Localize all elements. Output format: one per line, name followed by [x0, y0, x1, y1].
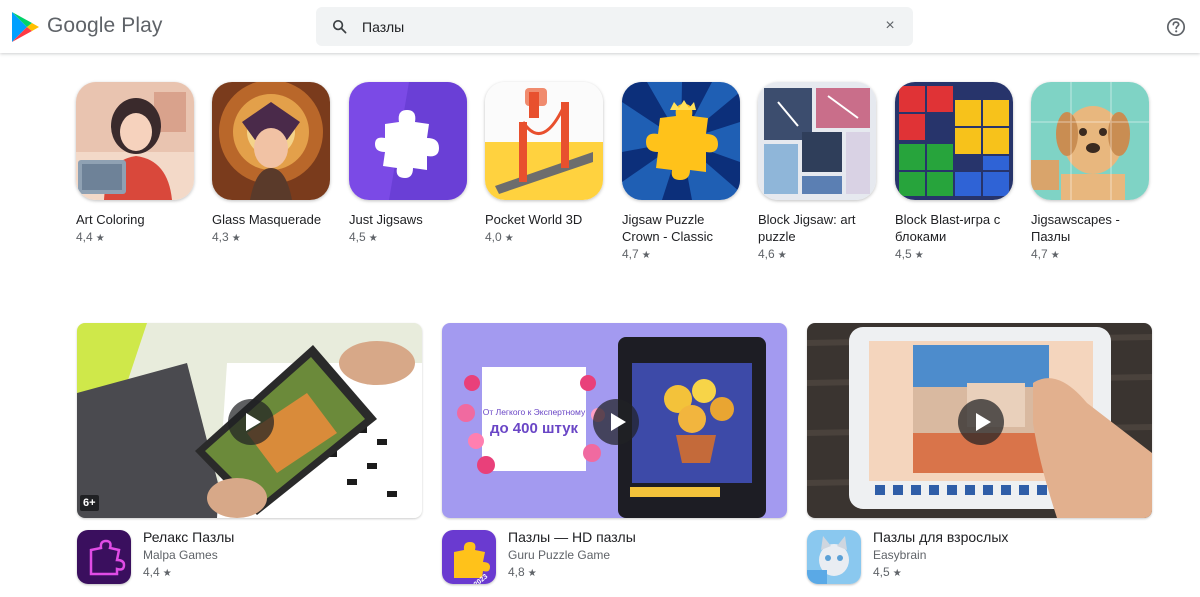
developer-name[interactable]: Easybrain	[873, 548, 926, 562]
app-rating: 4,7 ★	[622, 247, 651, 261]
app-icon[interactable]	[485, 82, 603, 200]
app-icon[interactable]: 2023	[442, 530, 496, 584]
app-card[interactable]: Pocket World 3D 4,0 ★	[485, 82, 607, 247]
star-icon: ★	[95, 233, 105, 244]
brand-name[interactable]: Google Play	[47, 14, 163, 38]
play-logo-icon[interactable]	[10, 11, 40, 43]
banner-subtitle: От Легкого к Экспертному	[483, 407, 586, 417]
app-icon[interactable]	[76, 82, 194, 200]
app-rating: 4,7 ★	[1031, 247, 1060, 261]
app-title[interactable]: Jigsaw Puzzle Crown - Classic	[622, 211, 744, 245]
video-app-card[interactable]: От Легкого к Экспертному до 400 штук 202…	[442, 323, 787, 584]
play-icon[interactable]	[593, 399, 639, 445]
star-icon: ★	[914, 250, 924, 261]
app-icon[interactable]	[895, 82, 1013, 200]
app-card[interactable]: Jigsaw Puzzle Crown - Classic 4,7 ★	[622, 82, 744, 264]
app-title[interactable]: Jigsawscapes - Пазлы	[1031, 211, 1153, 245]
banner-title: до 400 штук	[490, 420, 579, 437]
search-input[interactable]	[360, 16, 864, 38]
app-card[interactable]: Block Blast-игра с блоками 4,5 ★	[895, 82, 1017, 264]
star-icon: ★	[162, 568, 172, 579]
top-app-bar: Google Play ×	[0, 0, 1200, 53]
star-icon: ★	[368, 233, 378, 244]
app-icon[interactable]	[77, 530, 131, 584]
video-app-card[interactable]: Пазлы для взрослых Easybrain 4,5 ★	[807, 323, 1152, 584]
close-icon[interactable]: ×	[882, 18, 898, 34]
app-rating: 4,6 ★	[758, 247, 787, 261]
video-app-card[interactable]: 6+ Релакс Пазлы Malpa Games 4,4 ★	[77, 323, 422, 584]
star-icon: ★	[527, 568, 537, 579]
app-rating: 4,4 ★	[143, 565, 172, 579]
app-title[interactable]: Пазлы — HD пазлы	[508, 529, 636, 545]
star-icon: ★	[231, 233, 241, 244]
app-rating: 4,5 ★	[895, 247, 924, 261]
star-icon: ★	[504, 233, 514, 244]
app-card[interactable]: Just Jigsaws 4,5 ★	[349, 82, 471, 247]
app-icon[interactable]	[1031, 82, 1149, 200]
play-icon[interactable]	[958, 399, 1004, 445]
app-title[interactable]: Пазлы для взрослых	[873, 529, 1008, 545]
app-title[interactable]: Block Jigsaw: art puzzle	[758, 211, 880, 245]
app-title[interactable]: Block Blast-игра с блоками	[895, 211, 1017, 245]
star-icon: ★	[892, 568, 902, 579]
app-icon[interactable]	[212, 82, 330, 200]
video-thumbnail[interactable]: 6+	[77, 323, 422, 518]
video-app-info: Пазлы для взрослых Easybrain 4,5 ★	[807, 518, 1152, 584]
star-icon: ★	[641, 250, 651, 261]
developer-name[interactable]: Guru Puzzle Game	[508, 548, 610, 562]
video-thumbnail[interactable]: От Легкого к Экспертному до 400 штук	[442, 323, 787, 518]
app-icon[interactable]	[349, 82, 467, 200]
app-title[interactable]: Art Coloring	[76, 211, 198, 228]
app-rating: 4,8 ★	[508, 565, 537, 579]
video-app-info: 2023 Пазлы — HD пазлы Guru Puzzle Game 4…	[442, 518, 787, 584]
video-app-info: Релакс Пазлы Malpa Games 4,4 ★	[77, 518, 422, 584]
app-rating: 4,4 ★	[76, 230, 105, 244]
app-title[interactable]: Just Jigsaws	[349, 211, 471, 228]
app-icon[interactable]	[807, 530, 861, 584]
app-icon[interactable]	[622, 82, 740, 200]
app-card[interactable]: Block Jigsaw: art puzzle 4,6 ★	[758, 82, 880, 264]
search-icon[interactable]	[332, 19, 347, 34]
video-thumbnail[interactable]	[807, 323, 1152, 518]
app-title[interactable]: Pocket World 3D	[485, 211, 607, 228]
age-rating-badge: 6+	[80, 495, 99, 511]
app-icon[interactable]	[758, 82, 876, 200]
app-grid: Art Coloring 4,4 ★ Glass Masquerade 4,3 ★	[76, 82, 1156, 282]
app-card[interactable]: Art Coloring 4,4 ★	[76, 82, 198, 247]
play-icon[interactable]	[228, 399, 274, 445]
app-rating: 4,5 ★	[873, 565, 902, 579]
star-icon: ★	[777, 250, 787, 261]
app-card[interactable]: Jigsawscapes - Пазлы 4,7 ★	[1031, 82, 1153, 264]
app-card[interactable]: Glass Masquerade 4,3 ★	[212, 82, 334, 247]
app-title[interactable]: Glass Masquerade	[212, 211, 334, 228]
help-icon[interactable]	[1166, 17, 1186, 37]
search-bar[interactable]: ×	[316, 7, 913, 46]
developer-name[interactable]: Malpa Games	[143, 548, 218, 562]
app-rating: 4,0 ★	[485, 230, 514, 244]
star-icon: ★	[1050, 250, 1060, 261]
app-title[interactable]: Релакс Пазлы	[143, 529, 234, 545]
app-rating: 4,3 ★	[212, 230, 241, 244]
app-rating: 4,5 ★	[349, 230, 378, 244]
